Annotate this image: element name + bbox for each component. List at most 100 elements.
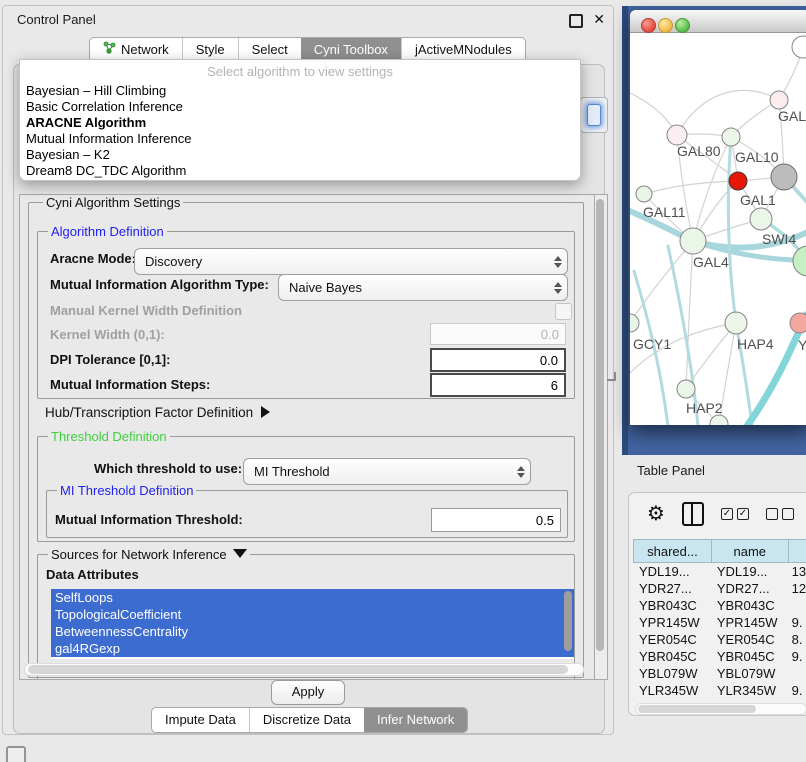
float-window-icon[interactable] bbox=[569, 14, 583, 28]
table-row[interactable]: YBR043CYBR043C bbox=[633, 597, 806, 614]
network-node[interactable] bbox=[770, 91, 788, 109]
table-cell[interactable]: 13 bbox=[788, 563, 806, 580]
table-cell[interactable] bbox=[788, 665, 806, 682]
table-row[interactable]: YER054CYER054C8. bbox=[633, 631, 806, 648]
table-row[interactable]: YIL052CYIL052C9. bbox=[633, 699, 806, 701]
hub-definition-toggle[interactable]: Hub/Transcription Factor Definition bbox=[45, 405, 270, 420]
scrollbar-thumb[interactable] bbox=[638, 705, 756, 713]
table-cell[interactable]: 12 bbox=[788, 580, 806, 597]
table-cell[interactable]: YBR043C bbox=[711, 597, 788, 614]
table-cell[interactable]: YIL052C bbox=[711, 699, 788, 701]
network-node[interactable] bbox=[710, 415, 728, 425]
which-threshold-combo[interactable]: MI Threshold bbox=[243, 458, 531, 485]
network-node[interactable] bbox=[680, 228, 706, 254]
attribute-item-betweennesscentrality[interactable]: BetweennessCentrality bbox=[51, 623, 574, 640]
network-node[interactable] bbox=[630, 314, 639, 332]
table-cell[interactable]: 9. bbox=[788, 699, 806, 701]
tab-impute-data[interactable]: Impute Data bbox=[152, 708, 249, 732]
close-traffic-light-icon[interactable] bbox=[641, 18, 656, 33]
unchecked-columns-icon[interactable] bbox=[766, 508, 794, 520]
table-cell[interactable]: YDR27... bbox=[711, 580, 788, 597]
zoom-traffic-light-icon[interactable] bbox=[675, 18, 690, 33]
network-node[interactable] bbox=[636, 186, 652, 202]
table-cell[interactable]: 9. bbox=[788, 614, 806, 631]
control-panel-titlebar[interactable]: Control Panel ✕ bbox=[3, 6, 613, 32]
table-cell[interactable]: 9. bbox=[788, 682, 806, 699]
table-cell[interactable]: YPR145W bbox=[711, 614, 788, 631]
table-row[interactable]: YBL079WYBL079W bbox=[633, 665, 806, 682]
table-row[interactable]: YBR045CYBR045C9. bbox=[633, 648, 806, 665]
minimize-traffic-light-icon[interactable] bbox=[658, 18, 673, 33]
table-cell[interactable]: YDL19... bbox=[633, 563, 711, 580]
gear-icon[interactable]: ⚙ bbox=[647, 504, 665, 524]
algorithm-option-basic-correlation-inference[interactable]: Basic Correlation Inference bbox=[26, 99, 574, 115]
table-cell[interactable]: YDR27... bbox=[633, 580, 711, 597]
settings-horizontal-scrollbar[interactable] bbox=[24, 663, 584, 676]
column-header-extra[interactable] bbox=[788, 539, 806, 563]
dpi-tolerance-field[interactable] bbox=[430, 348, 566, 372]
scrollbar-thumb[interactable] bbox=[28, 665, 568, 674]
network-node[interactable] bbox=[677, 380, 695, 398]
attribute-list-scrollbar[interactable] bbox=[564, 591, 572, 651]
apply-button[interactable]: Apply bbox=[271, 680, 345, 705]
table-cell[interactable]: YBR045C bbox=[711, 648, 788, 665]
table-cell[interactable]: YIL052C bbox=[633, 699, 711, 701]
network-node[interactable] bbox=[793, 246, 806, 276]
attribute-item-topologicalcoefficient[interactable]: TopologicalCoefficient bbox=[51, 606, 574, 623]
network-node[interactable] bbox=[722, 128, 740, 146]
network-node[interactable] bbox=[729, 172, 747, 190]
table-cell[interactable]: YER054C bbox=[633, 631, 711, 648]
tab-infer-network[interactable]: Infer Network bbox=[364, 708, 467, 732]
table-cell[interactable]: YBR043C bbox=[633, 597, 711, 614]
table-cell[interactable]: 9. bbox=[788, 648, 806, 665]
aracne-mode-combo[interactable]: Discovery bbox=[134, 248, 568, 275]
close-icon[interactable]: ✕ bbox=[593, 11, 605, 28]
column-header-shared[interactable]: shared... bbox=[633, 539, 711, 563]
inference-algorithm-combo-fragment[interactable] bbox=[580, 97, 608, 133]
table-row[interactable]: YDL19...YDL19...13 bbox=[633, 563, 806, 580]
table-cell[interactable]: YBL079W bbox=[711, 665, 788, 682]
table-cell[interactable]: YER054C bbox=[711, 631, 788, 648]
table-cell[interactable] bbox=[788, 597, 806, 614]
column-header-name[interactable]: name bbox=[711, 539, 788, 563]
table-cell[interactable]: YBR045C bbox=[633, 648, 711, 665]
network-node[interactable] bbox=[771, 164, 797, 190]
mi-steps-field[interactable] bbox=[430, 373, 566, 397]
network-node[interactable] bbox=[750, 208, 772, 230]
algorithm-option-aracne-algorithm[interactable]: ARACNE Algorithm bbox=[26, 115, 574, 131]
table-row[interactable]: YLR345WYLR345W9. bbox=[633, 682, 806, 699]
algorithm-option-bayesian-k2[interactable]: Bayesian – K2 bbox=[26, 147, 574, 163]
table-cell[interactable]: YPR145W bbox=[633, 614, 711, 631]
checked-columns-icon[interactable]: ✓✓ bbox=[721, 508, 749, 520]
attribute-item-gal4rgexp[interactable]: gal4RGexp bbox=[51, 640, 574, 657]
table-cell[interactable]: YDL19... bbox=[711, 563, 788, 580]
settings-vertical-scrollbar[interactable] bbox=[594, 194, 608, 680]
split-view-icon[interactable] bbox=[682, 502, 704, 526]
mi-algorithm-type-combo[interactable]: Naive Bayes bbox=[278, 274, 568, 301]
algorithm-option-bayesian-hill-climbing[interactable]: Bayesian – Hill Climbing bbox=[26, 83, 574, 99]
table-cell[interactable]: 8. bbox=[788, 631, 806, 648]
table-cell[interactable]: YLR345W bbox=[711, 682, 788, 699]
table-cell[interactable]: YLR345W bbox=[633, 682, 711, 699]
network-node[interactable] bbox=[790, 313, 806, 333]
network-node[interactable] bbox=[725, 312, 747, 334]
algorithm-option-mutual-information-inference[interactable]: Mutual Information Inference bbox=[26, 131, 574, 147]
attribute-item-selfloops[interactable]: SelfLoops bbox=[51, 589, 574, 606]
tab-discretize-data[interactable]: Discretize Data bbox=[249, 708, 364, 732]
network-node[interactable] bbox=[667, 125, 687, 145]
panel-resize-handle[interactable] bbox=[607, 372, 616, 381]
scrollbar-thumb[interactable] bbox=[596, 199, 604, 651]
network-canvas[interactable]: GALGAL80GAL10GAL1GAL11SWI4GAL4GCY1HAP4YH… bbox=[630, 33, 806, 425]
table-cell[interactable]: YBL079W bbox=[633, 665, 711, 682]
table-row[interactable]: YPR145WYPR145W9. bbox=[633, 614, 806, 631]
network-node[interactable] bbox=[792, 36, 806, 58]
manual-kernel-width-checkbox[interactable] bbox=[555, 303, 572, 320]
table-horizontal-scrollbar[interactable] bbox=[635, 703, 806, 715]
kernel-width-field[interactable] bbox=[430, 323, 566, 345]
mi-threshold-field[interactable] bbox=[431, 508, 561, 532]
table-row[interactable]: YDR27...YDR27...12 bbox=[633, 580, 806, 597]
algorithm-option-dream8-dc-tdc-algorithm[interactable]: Dream8 DC_TDC Algorithm bbox=[26, 163, 574, 179]
network-window-titlebar[interactable] bbox=[630, 10, 806, 33]
minimized-panel-icon[interactable] bbox=[6, 746, 26, 762]
sources-toggle[interactable]: Sources for Network Inference bbox=[48, 547, 250, 562]
